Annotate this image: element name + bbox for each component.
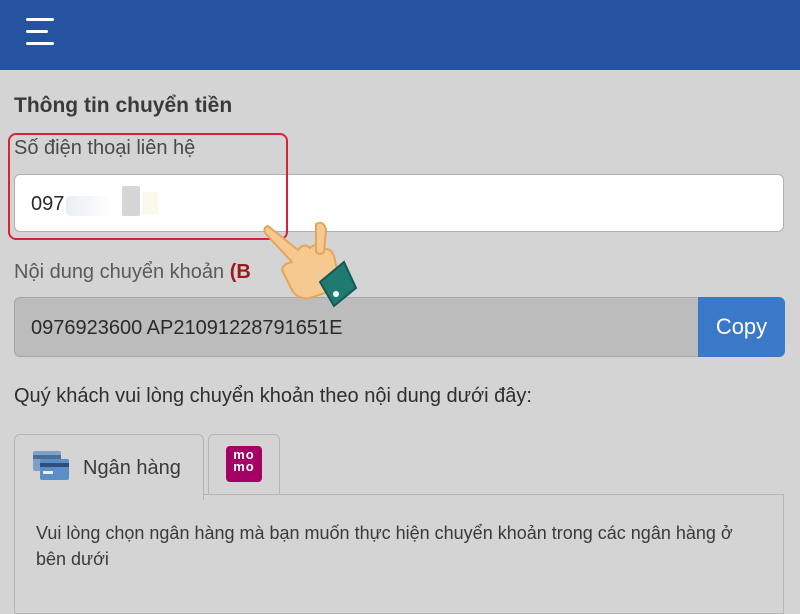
- phone-highlight-frame: [8, 133, 288, 240]
- hamburger-menu-icon[interactable]: [22, 14, 58, 50]
- pointing-hand-icon: [263, 221, 358, 308]
- section-title: Thông tin chuyển tiền: [14, 94, 233, 117]
- bank-card-icon: [33, 451, 69, 480]
- tab-momo[interactable]: mo mo: [208, 434, 280, 494]
- copy-button[interactable]: Copy: [698, 297, 785, 357]
- momo-logo-icon: mo mo: [226, 446, 262, 482]
- tab-bank[interactable]: Ngân hàng: [14, 434, 204, 500]
- instruction-text: Quý khách vui lòng chuyển khoản theo nội…: [14, 385, 532, 407]
- top-header-bar: [0, 0, 800, 70]
- transfer-content-value: 0976923600 AP21091228791651E: [31, 317, 343, 339]
- content-label: Nội dung chuyển khoản (B: [14, 261, 251, 284]
- tab-bank-label: Ngân hàng: [83, 457, 181, 479]
- active-tab-gap: [15, 493, 203, 496]
- content-label-emphasis: (B: [229, 261, 251, 283]
- panel-description: Vui lòng chọn ngân hàng mà bạn muốn thực…: [36, 523, 733, 569]
- content-label-text: Nội dung chuyển khoản: [14, 261, 225, 283]
